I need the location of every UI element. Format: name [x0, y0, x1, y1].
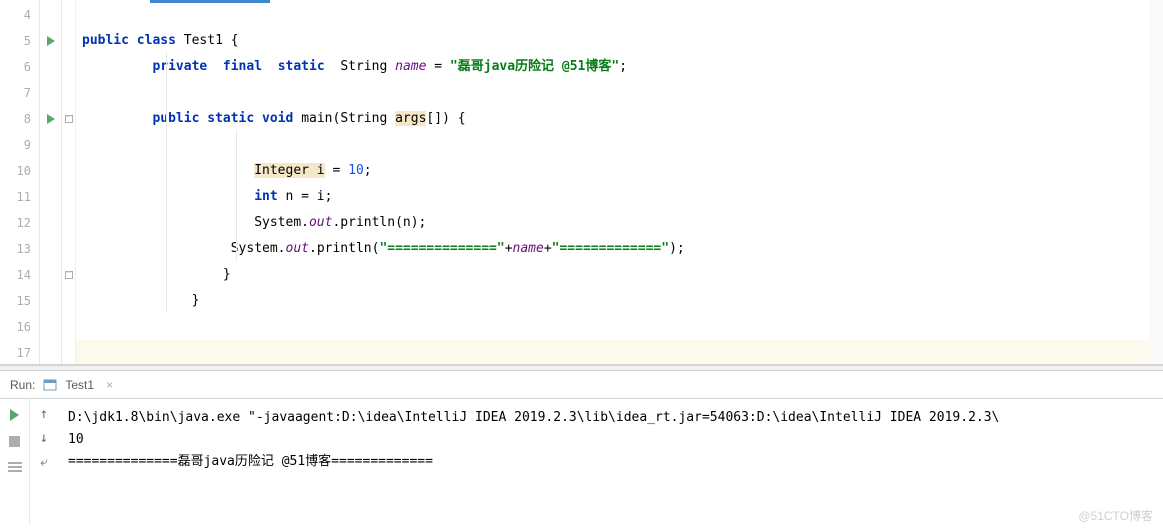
run-line-icon[interactable]	[40, 28, 61, 54]
code-line	[76, 80, 1163, 106]
console-line: D:\jdk1.8\bin\java.exe "-javaagent:D:\id…	[68, 407, 1153, 429]
fold-icon[interactable]	[62, 106, 75, 132]
run-tab-name[interactable]: Test1	[65, 378, 94, 392]
code-line: private final static String name = "磊哥ja…	[76, 54, 1163, 80]
code-line: Integer i = 10;	[76, 158, 1163, 184]
code-line: }	[76, 262, 1163, 288]
code-line	[76, 2, 1163, 28]
console-controls: ↑ ↓ ⤶	[30, 399, 58, 524]
code-line: System.out.println(n);	[76, 210, 1163, 236]
code-line: int n = i;	[76, 184, 1163, 210]
fold-icon[interactable]	[62, 262, 75, 288]
scroll-down-icon[interactable]: ↓	[35, 429, 53, 447]
stop-button[interactable]	[5, 431, 25, 451]
run-label: Run:	[10, 378, 35, 392]
console-line: ==============磊哥java历险记 @51博客===========…	[68, 451, 1153, 473]
code-content[interactable]: public class Test1 { private final stati…	[76, 0, 1163, 364]
code-line: System.out.println("=============="+name…	[76, 236, 1163, 262]
code-line: public static void main(String args[]) {	[76, 106, 1163, 132]
soft-wrap-icon[interactable]: ⤶	[35, 453, 53, 471]
code-line	[76, 314, 1163, 340]
code-line: public class Test1 {	[76, 28, 1163, 54]
run-panel-body: ↑ ↓ ⤶ D:\jdk1.8\bin\java.exe "-javaagent…	[0, 399, 1163, 524]
line-number-gutter: 4 5 6 7 8 9 10 11 12 13 14 15 16 17	[0, 0, 40, 364]
console-output[interactable]: D:\jdk1.8\bin\java.exe "-javaagent:D:\id…	[58, 399, 1163, 524]
scroll-up-icon[interactable]: ↑	[35, 405, 53, 423]
rerun-button[interactable]	[5, 405, 25, 425]
fold-gutter	[62, 0, 76, 364]
watermark: @51CTO博客	[1078, 507, 1153, 524]
code-line	[76, 132, 1163, 158]
run-panel-header: Run: Test1 ×	[0, 371, 1163, 399]
run-toolbar	[0, 399, 30, 524]
run-line-icon[interactable]	[40, 106, 61, 132]
vertical-scrollbar[interactable]	[1149, 0, 1163, 364]
close-tab-icon[interactable]: ×	[106, 378, 113, 392]
code-line	[76, 340, 1163, 365]
code-editor[interactable]: 4 5 6 7 8 9 10 11 12 13 14 15 16 17 publ…	[0, 0, 1163, 365]
code-line: }	[76, 288, 1163, 314]
run-gutter	[40, 0, 62, 364]
console-line: 10	[68, 429, 1153, 451]
run-config-icon	[43, 378, 57, 392]
more-button[interactable]	[5, 457, 25, 477]
